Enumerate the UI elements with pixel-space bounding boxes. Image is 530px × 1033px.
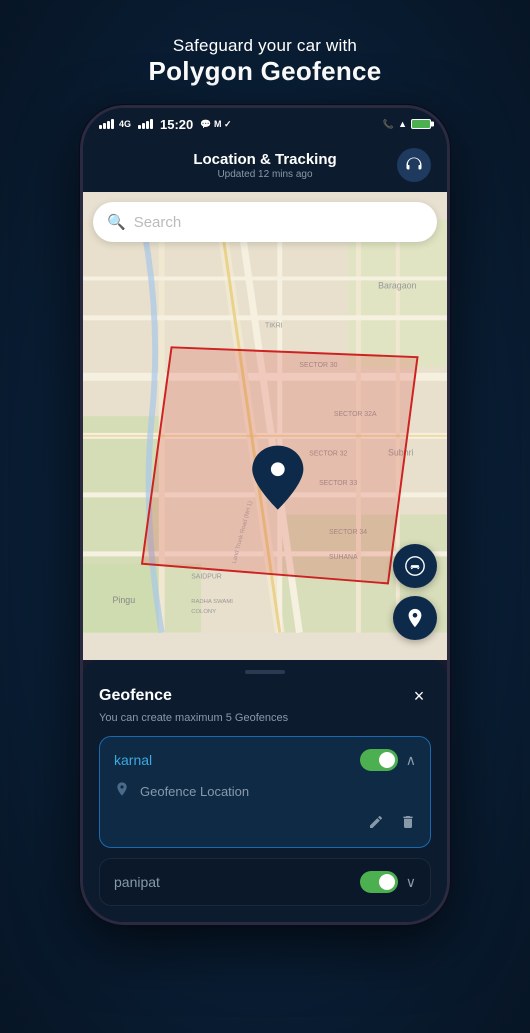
- status-bar: 4G 15:20 💬 M ✓ 📞 ▲: [83, 108, 447, 140]
- app-subtitle: Updated 12 mins ago: [133, 169, 397, 180]
- trash-svg-icon: [400, 814, 416, 830]
- panel-close-button[interactable]: ×: [407, 684, 431, 708]
- signal-bars-2: [138, 119, 153, 129]
- geofence-name-karnal: karnal: [114, 752, 152, 768]
- headline-subtitle: Safeguard your car with: [148, 36, 381, 56]
- header-title-block: Location & Tracking Updated 12 mins ago: [133, 151, 397, 180]
- map-area[interactable]: Pingu SAIDPUR RADHA SWAMI COLONY SECTOR …: [83, 192, 447, 660]
- battery-icon: [411, 119, 431, 129]
- pin-icon: [404, 607, 426, 629]
- geofence-toggle-karnal[interactable]: [360, 749, 398, 771]
- geofence-location-karnal: Geofence Location: [114, 781, 416, 802]
- svg-text:SAIDPUR: SAIDPUR: [191, 573, 222, 580]
- app-title: Location & Tracking: [133, 151, 397, 168]
- wifi-icon: ▲: [398, 119, 407, 129]
- svg-text:Baragaon: Baragaon: [378, 280, 416, 290]
- geofence-name-panipat: panipat: [114, 874, 160, 890]
- panel-title: Geofence: [99, 687, 172, 705]
- car-icon: [404, 555, 426, 577]
- geofence-panel: Geofence × You can create maximum 5 Geof…: [83, 660, 447, 922]
- geofence-item-header-karnal: karnal ∧: [114, 749, 416, 771]
- geofence-toggle-panipat[interactable]: [360, 871, 398, 893]
- map-button-group: [393, 544, 437, 640]
- delete-icon[interactable]: [400, 814, 416, 835]
- app-header: Location & Tracking Updated 12 mins ago: [83, 140, 447, 192]
- headline-block: Safeguard your car with Polygon Geofence: [148, 36, 381, 87]
- panel-subtitle: You can create maximum 5 Geofences: [99, 712, 431, 724]
- status-time: 15:20: [160, 117, 193, 132]
- headline-title: Polygon Geofence: [148, 56, 381, 87]
- search-placeholder: Search: [134, 214, 182, 231]
- edit-icon[interactable]: [368, 814, 384, 835]
- geofence-item-karnal: karnal ∧ Geofence Location: [99, 736, 431, 848]
- search-bar[interactable]: 🔍 Search: [93, 202, 437, 242]
- headphone-icon: [405, 156, 423, 174]
- geofence-controls-karnal: ∧: [360, 749, 416, 771]
- svg-text:COLONY: COLONY: [191, 609, 216, 615]
- phone-icon: 📞: [383, 119, 394, 130]
- signal-bars: [99, 119, 114, 129]
- support-button[interactable]: [397, 148, 431, 182]
- pin-location-button[interactable]: [393, 596, 437, 640]
- search-icon: 🔍: [107, 213, 126, 231]
- location-pin-icon: [114, 781, 130, 802]
- edit-svg-icon: [368, 814, 384, 830]
- status-left: 4G 15:20 💬 M ✓: [99, 117, 232, 132]
- geofence-controls-panipat: ∨: [360, 871, 416, 893]
- signal-type: 4G: [119, 119, 131, 129]
- panel-handle: [245, 670, 285, 674]
- svg-text:Pingu: Pingu: [113, 595, 136, 605]
- geofence-item-panipat: panipat ∨: [99, 858, 431, 906]
- status-notif: 💬 M ✓: [200, 119, 231, 130]
- svg-text:TIKRI: TIKRI: [265, 323, 283, 330]
- car-location-button[interactable]: [393, 544, 437, 588]
- phone-frame: 4G 15:20 💬 M ✓ 📞 ▲ Location & Tracking U…: [80, 105, 450, 925]
- chevron-down-icon-panipat[interactable]: ∨: [406, 874, 416, 891]
- panel-header: Geofence ×: [99, 684, 431, 708]
- status-icons-right: 📞 ▲: [383, 119, 431, 130]
- svg-text:RADHA SWAMI: RADHA SWAMI: [191, 599, 233, 605]
- geofence-actions-karnal: [114, 814, 416, 835]
- geofence-location-label: Geofence Location: [140, 784, 249, 799]
- chevron-up-icon-karnal[interactable]: ∧: [406, 752, 416, 769]
- location-icon: [114, 781, 130, 797]
